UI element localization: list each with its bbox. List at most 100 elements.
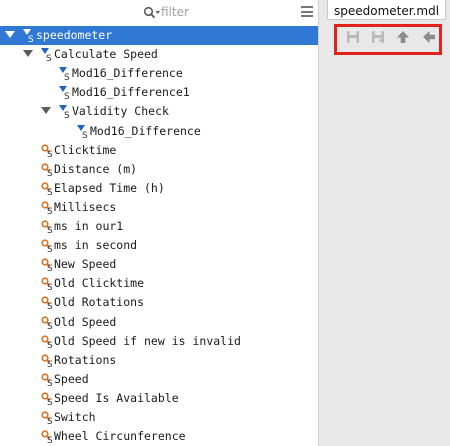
- svg-text:S: S: [47, 207, 53, 215]
- menu-icon[interactable]: [301, 6, 313, 17]
- tree-row[interactable]: S Validity Check: [0, 102, 318, 121]
- signal-icon: S: [41, 391, 55, 408]
- tree-item-label: Mod16_Difference: [90, 123, 201, 138]
- signal-icon: S: [41, 410, 55, 427]
- editor-panel: speedometer.mdl: [319, 0, 450, 446]
- filter-input[interactable]: [161, 4, 281, 20]
- tree-item-label: Mod16_Difference1: [72, 85, 190, 100]
- tree-item-label: Old Speed: [54, 314, 117, 329]
- model-tree-panel: SspeedometerSCalculate SpeedSMod16_Diffe…: [0, 0, 318, 446]
- tree-item-label: New Speed: [54, 257, 117, 272]
- tree-item-label: Distance (m): [54, 161, 138, 176]
- svg-text:S: S: [28, 35, 34, 43]
- signal-icon: S: [41, 181, 55, 198]
- svg-text:S: S: [47, 188, 53, 196]
- tree-row[interactable]: Sspeedometer: [0, 26, 318, 45]
- tree-item-label: Old Speed if new is invalid: [54, 333, 241, 348]
- svg-text:S: S: [47, 169, 53, 177]
- tree-row[interactable]: S Mod16_Difference: [0, 122, 318, 141]
- tree-item-label: Millisecs: [54, 199, 117, 214]
- tree-item-label: Mod16_Difference: [72, 66, 183, 81]
- subsystem-icon: S: [41, 47, 55, 64]
- tree-row[interactable]: S Speed: [0, 370, 318, 389]
- disclosure-triangle-icon[interactable]: [41, 107, 51, 115]
- tab-label: speedometer.mdl: [334, 4, 440, 18]
- tree-item-label: ms in second: [54, 238, 138, 253]
- tree-item-label: speedometer: [36, 28, 113, 42]
- tree-row[interactable]: S New Speed: [0, 255, 318, 274]
- tree-item-label: Switch: [54, 410, 96, 424]
- tree-row[interactable]: Sms in second: [0, 236, 318, 255]
- tree-item-label: Speed Is Available: [54, 390, 179, 405]
- signal-icon: S: [41, 200, 55, 217]
- tree-row[interactable]: S Switch: [0, 408, 318, 427]
- signal-icon: S: [41, 353, 55, 370]
- tree-item-label: Validity Check: [72, 104, 169, 119]
- tree-row[interactable]: S Clicktime: [0, 141, 318, 160]
- tree-item-label: Elapsed Time (h): [54, 180, 165, 195]
- tree-row[interactable]: S Old Speed: [0, 313, 318, 332]
- tree-row[interactable]: S Distance (m): [0, 160, 318, 179]
- subsystem-icon: S: [23, 28, 37, 45]
- tree-item-label: Old Rotations: [54, 295, 145, 310]
- highlight-annotation: [334, 24, 442, 55]
- svg-text:S: S: [47, 322, 53, 330]
- disclosure-triangle-icon[interactable]: [23, 50, 33, 58]
- tree-item-label: ms in our1: [54, 219, 124, 233]
- signal-icon: S: [41, 257, 55, 274]
- svg-text:S: S: [47, 283, 53, 291]
- signal-icon: S: [41, 429, 55, 446]
- subsystem-icon: S: [59, 85, 73, 102]
- subsystem-icon: S: [59, 104, 73, 121]
- svg-text:S: S: [64, 92, 70, 100]
- tree-row[interactable]: S Rotations: [0, 351, 318, 370]
- tree-row[interactable]: S Wheel Circunference: [0, 427, 318, 446]
- svg-text:S: S: [47, 302, 53, 310]
- svg-text:S: S: [47, 436, 53, 444]
- signal-icon: S: [41, 334, 55, 351]
- tree-row[interactable]: S Mod16_Difference: [0, 64, 318, 83]
- svg-text:S: S: [47, 245, 53, 253]
- tree-row[interactable]: S Old Clicktime: [0, 274, 318, 293]
- tree-item-label: Rotations: [54, 352, 117, 367]
- signal-icon: S: [41, 238, 55, 255]
- tab-speedometer-mdl[interactable]: speedometer.mdl: [327, 0, 447, 20]
- subsystem-icon: S: [77, 124, 91, 141]
- tree-item-label: Calculate Speed: [54, 47, 158, 62]
- disclosure-triangle-icon[interactable]: [5, 31, 15, 38]
- tree-item-label: Wheel Circunference: [54, 429, 186, 444]
- tree-row[interactable]: S Elapsed Time (h): [0, 179, 318, 198]
- tree-row[interactable]: S Millisecs: [0, 198, 318, 217]
- search-icon[interactable]: [143, 5, 161, 19]
- svg-text:S: S: [64, 111, 70, 119]
- svg-text:S: S: [82, 131, 88, 139]
- svg-text:S: S: [46, 54, 52, 62]
- tree-item-label: Clicktime: [54, 142, 117, 157]
- svg-text:S: S: [47, 379, 53, 387]
- tree-row[interactable]: S Speed Is Available: [0, 389, 318, 408]
- signal-icon: S: [41, 143, 55, 160]
- subsystem-icon: S: [59, 66, 73, 83]
- filter-bar: [0, 0, 318, 26]
- signal-icon: S: [41, 276, 55, 293]
- svg-text:S: S: [47, 417, 53, 425]
- signal-icon: S: [41, 372, 55, 389]
- tree-item-label: Speed: [54, 371, 89, 386]
- svg-text:S: S: [64, 73, 70, 81]
- tree-row[interactable]: S Old Rotations: [0, 293, 318, 312]
- svg-text:S: S: [47, 341, 53, 349]
- tree-row[interactable]: Sms in our1: [0, 217, 318, 236]
- signal-icon: S: [41, 219, 55, 236]
- svg-text:S: S: [47, 264, 53, 272]
- tree-item-label: Old Clicktime: [54, 276, 145, 291]
- signal-icon: S: [41, 295, 55, 312]
- svg-text:S: S: [47, 360, 53, 368]
- tree-row[interactable]: S Mod16_Difference1: [0, 83, 318, 102]
- svg-text:S: S: [47, 150, 53, 158]
- svg-text:S: S: [47, 226, 53, 234]
- svg-text:S: S: [47, 398, 53, 406]
- signal-icon: S: [41, 162, 55, 179]
- signal-icon: S: [41, 315, 55, 332]
- tree-row[interactable]: S Calculate Speed: [0, 45, 318, 64]
- tree-row[interactable]: S Old Speed if new is invalid: [0, 332, 318, 351]
